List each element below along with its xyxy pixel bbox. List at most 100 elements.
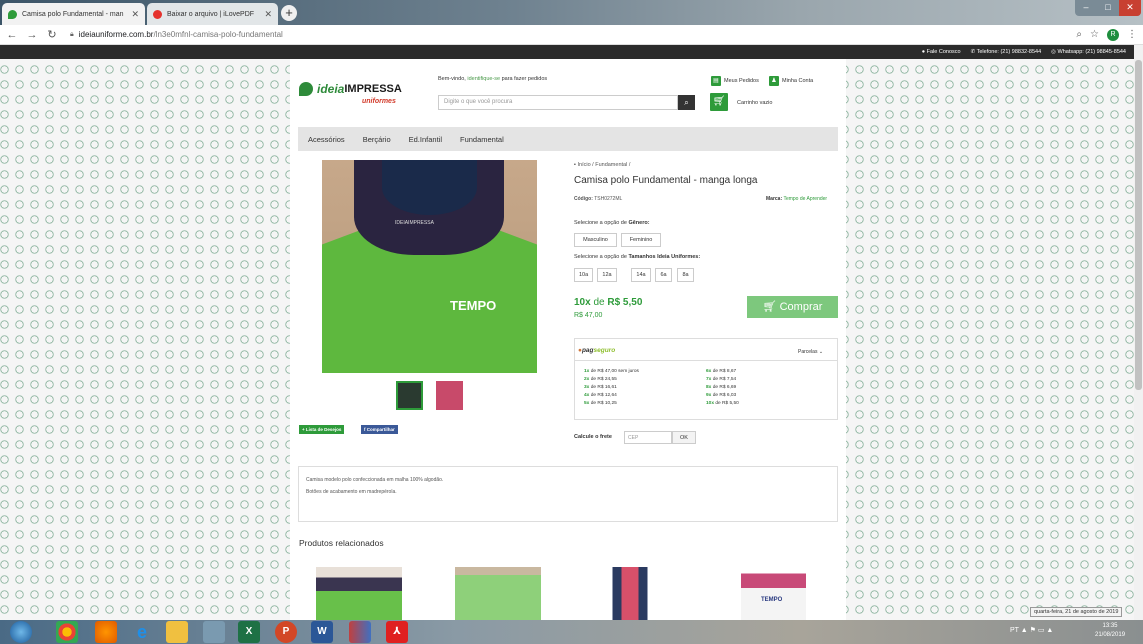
installment-n: 4x (584, 393, 590, 398)
close-tab-icon[interactable]: ✕ (125, 9, 139, 20)
related-product-3[interactable] (601, 567, 659, 620)
installment-text: de R$ 10,25 (590, 401, 617, 406)
installment-row: 6x de R$ 8,67 (706, 369, 736, 374)
related-product-4-print: TEMPO (761, 597, 783, 603)
tab-ilovepdf[interactable]: Baixar o arquivo | iLovePDF ✕ (147, 3, 278, 25)
buy-button[interactable]: 🛒︎ Comprar (747, 296, 838, 318)
welcome-prefix: Bem-vindo, (438, 76, 466, 82)
installment-text: de R$ 6,03 (712, 393, 737, 398)
firefox-icon[interactable] (95, 621, 117, 643)
installment-n: 1x (584, 369, 590, 374)
menu-item-bercario[interactable]: Berçário (363, 135, 391, 144)
maximize-icon[interactable]: □ (1097, 0, 1119, 16)
product-thumbnail-2[interactable] (436, 381, 463, 410)
reload-icon[interactable]: ↻ (44, 28, 60, 41)
pagseguro-logo: ●pagseguro (578, 347, 615, 354)
media-app-icon[interactable] (349, 621, 371, 643)
description-line: Camisa modelo polo confeccionada em malh… (306, 477, 444, 483)
related-product-2[interactable] (455, 567, 541, 620)
shirt-print: TEMPO (450, 298, 497, 313)
size-option-8a[interactable]: 8a (677, 268, 694, 282)
address-bar[interactable]: 🔒︎ ideiauniforme.com.br/ln3e0mfnl-camisa… (70, 30, 283, 39)
site-logo[interactable]: ideia IMPRESSA (299, 82, 402, 96)
size-option-12a[interactable]: 12a (597, 268, 617, 282)
file-explorer-icon[interactable] (166, 621, 188, 643)
menu-item-fundamental[interactable]: Fundamental (460, 135, 504, 144)
installment-row: 4x de R$ 12,64 (584, 393, 617, 398)
logo-impressa: IMPRESSA (344, 83, 402, 95)
account-icon[interactable]: ♟ (769, 76, 779, 86)
tab-camisa-polo[interactable]: Camisa polo Fundamental - man ✕ (2, 3, 145, 25)
welcome-suffix: para fazer pedidos (501, 76, 548, 82)
whatsapp-info: ◎ Whatsapp: (21) 98845-8544 (1051, 49, 1126, 55)
contact-link[interactable]: ● Fale Conosco (922, 49, 961, 55)
cart-icon[interactable]: 🛒︎ (710, 93, 728, 111)
search-button[interactable]: ⌕ (678, 95, 695, 110)
scrollbar-thumb[interactable] (1135, 60, 1142, 390)
share-button[interactable]: f Compartilhar (361, 425, 398, 434)
bookmark-star-icon[interactable]: ☆ (1090, 29, 1099, 40)
installment-text: de R$ 7,54 (712, 377, 737, 382)
wishlist-button[interactable]: + Lista de Desejos (299, 425, 345, 434)
close-window-icon[interactable]: ✕ (1119, 0, 1141, 16)
code-value: TSH0272ML (594, 196, 623, 202)
size-label: Selecione a opção de Tamanhos Ideia Unif… (574, 254, 700, 260)
breadcrumb-text[interactable]: Início / Fundamental / (577, 162, 630, 168)
system-tray[interactable]: PT ▲ ⚑ ▭ ▲ (1010, 626, 1053, 634)
new-tab-icon[interactable]: + (281, 5, 297, 21)
installment-text: de R$ 5,50 (715, 401, 739, 406)
cart-status[interactable]: Carrinho vazio (737, 100, 772, 106)
menu-item-acessorios[interactable]: Acessórios (308, 135, 345, 144)
profile-avatar[interactable]: R (1107, 28, 1119, 41)
home-icon: ▪ (574, 162, 576, 168)
my-account-link[interactable]: Minha Conta (782, 78, 813, 84)
product-thumbnail-1[interactable] (396, 381, 423, 410)
related-product-4[interactable]: TEMPO (741, 567, 806, 620)
powerpoint-icon[interactable]: P (275, 621, 297, 643)
login-link[interactable]: identifique-se (467, 76, 500, 82)
size-option-6a[interactable]: 6a (655, 268, 672, 282)
parcelas-dropdown[interactable]: Parcelas ⌄ (798, 349, 823, 355)
internet-explorer-icon[interactable]: e (131, 621, 153, 643)
minimize-icon[interactable]: – (1075, 0, 1097, 16)
start-button-icon[interactable] (10, 621, 32, 643)
back-icon[interactable]: ← (4, 29, 20, 41)
phone-label: Telefone: (21) 98832-8544 (976, 49, 1042, 55)
related-product-1[interactable] (316, 567, 402, 620)
product-main-image[interactable]: IDEIAIMPRESSA TEMPO (322, 160, 537, 373)
installment-n: 10x (706, 401, 715, 406)
gender-label-prefix: Selecione a opção de (574, 220, 627, 226)
my-orders-link[interactable]: Meus Pedidos (724, 78, 759, 84)
cep-input[interactable]: CEP (624, 431, 672, 444)
pagseguro-logo-a: pag (581, 347, 594, 354)
zoom-icon[interactable]: ⌕ (1076, 29, 1082, 40)
close-tab-icon[interactable]: ✕ (258, 9, 272, 20)
welcome-text: Bem-vindo, identifique-se para fazer ped… (438, 76, 547, 82)
facebook-icon: f (364, 427, 366, 432)
gender-option-masculino[interactable]: Masculino (574, 233, 617, 247)
forward-icon[interactable]: → (24, 29, 40, 41)
installment-text: de R$ 8,67 (712, 369, 737, 374)
installment-row: 7x de R$ 7,54 (706, 377, 736, 382)
size-option-10a[interactable]: 10a (574, 268, 593, 282)
acrobat-icon[interactable]: ⅄ (386, 621, 408, 643)
description-line: Botões de acabamento em madrepérola. (306, 489, 397, 495)
taskbar-clock[interactable]: 13:35 21/08/2019 (1095, 622, 1125, 640)
notes-app-icon[interactable] (203, 621, 225, 643)
installment-value: R$ 5,50 (607, 297, 643, 308)
menu-item-ed-infantil[interactable]: Ed.Infantil (409, 135, 442, 144)
gender-option-feminino[interactable]: Feminino (621, 233, 661, 247)
search-input[interactable]: Digite o que você procura (438, 95, 678, 110)
size-option-14a[interactable]: 14a (631, 268, 651, 282)
installment-row: 10x de R$ 5,50 (706, 401, 739, 406)
logo-subtitle: uniformes (362, 98, 396, 105)
chrome-icon[interactable] (56, 621, 78, 643)
orders-icon[interactable]: ▤ (711, 76, 721, 86)
shipping-ok-button[interactable]: OK (672, 431, 696, 444)
installment-text: de R$ 12,64 (590, 393, 617, 398)
excel-icon[interactable]: X (238, 621, 260, 643)
installment-row: 1x de R$ 47,00 sem juros (584, 369, 639, 374)
word-icon[interactable]: W (311, 621, 333, 643)
menu-dots-icon[interactable]: ⋮ (1127, 29, 1137, 40)
brand-link[interactable]: Tempo de Aprender (783, 196, 827, 202)
